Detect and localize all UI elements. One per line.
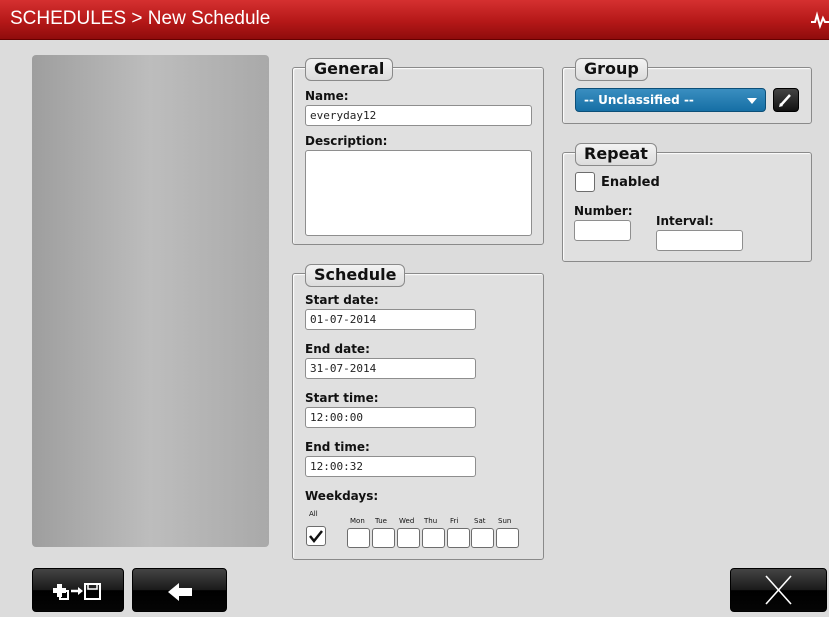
number-input[interactable] (574, 220, 631, 241)
edit-group-button[interactable] (773, 88, 799, 112)
repeat-legend: Repeat (575, 143, 657, 166)
day-label-mon: Mon (350, 517, 365, 525)
back-button[interactable] (132, 568, 227, 612)
day-label-wed: Wed (399, 517, 415, 525)
day-checkbox-sun[interactable] (496, 528, 519, 548)
description-label: Description: (305, 134, 388, 148)
day-checkbox-fri[interactable] (447, 528, 470, 548)
schedule-legend: Schedule (305, 264, 406, 287)
group-panel: Group -- Unclassified -- (562, 58, 812, 124)
back-arrow-icon (168, 583, 192, 601)
repeat-panel: Repeat Enabled Number: Interval: (562, 143, 812, 262)
pencil-icon (779, 94, 791, 107)
save-button[interactable] (32, 568, 124, 612)
day-checkbox-sat[interactable] (471, 528, 494, 548)
day-checkbox-tue[interactable] (372, 528, 395, 548)
schedule-preview-panel (32, 55, 269, 547)
start-date-label: Start date: (305, 293, 379, 307)
general-legend: General (305, 58, 394, 81)
day-label-tue: Tue (375, 517, 387, 525)
name-label: Name: (305, 89, 349, 103)
checkmark-icon (309, 530, 323, 544)
general-panel: General Name: everyday12 Description: (292, 58, 544, 245)
group-select-value: -- Unclassified -- (584, 93, 694, 107)
title-bar: SCHEDULES > New Schedule (0, 0, 829, 40)
day-checkbox-mon[interactable] (347, 528, 370, 548)
number-label: Number: (574, 204, 633, 218)
close-x-icon (765, 575, 792, 605)
start-date-input[interactable]: 01-07-2014 (305, 309, 476, 330)
group-select[interactable]: -- Unclassified -- (575, 88, 766, 112)
all-days-label: All (309, 510, 318, 518)
schedule-panel: Schedule Start date: 01-07-2014 End date… (292, 264, 544, 560)
pulse-logo-icon (811, 11, 829, 30)
interval-input[interactable] (656, 230, 743, 251)
weekdays-label: Weekdays: (305, 489, 379, 503)
end-time-input[interactable]: 12:00:32 (305, 456, 476, 477)
start-time-input[interactable]: 12:00:00 (305, 407, 476, 428)
chevron-down-icon (747, 98, 757, 104)
day-label-sat: Sat (474, 517, 486, 525)
end-date-input[interactable]: 31-07-2014 (305, 358, 476, 379)
day-checkbox-wed[interactable] (397, 528, 420, 548)
interval-label: Interval: (656, 214, 714, 228)
day-label-fri: Fri (450, 517, 459, 525)
end-time-label: End time: (305, 440, 370, 454)
description-input[interactable] (305, 150, 532, 236)
day-label-sun: Sun (498, 517, 512, 525)
all-days-checkbox[interactable] (306, 526, 326, 546)
close-button[interactable] (730, 568, 827, 612)
page-title: SCHEDULES > New Schedule (10, 8, 271, 29)
end-date-label: End date: (305, 342, 370, 356)
save-to-disk-icon (53, 583, 101, 600)
day-label-thu: Thu (424, 517, 438, 525)
group-legend: Group (575, 58, 648, 81)
repeat-enabled-checkbox[interactable] (575, 172, 595, 192)
start-time-label: Start time: (305, 391, 379, 405)
day-checkbox-thu[interactable] (422, 528, 445, 548)
repeat-enabled-label: Enabled (601, 175, 660, 190)
name-input[interactable]: everyday12 (305, 105, 532, 126)
